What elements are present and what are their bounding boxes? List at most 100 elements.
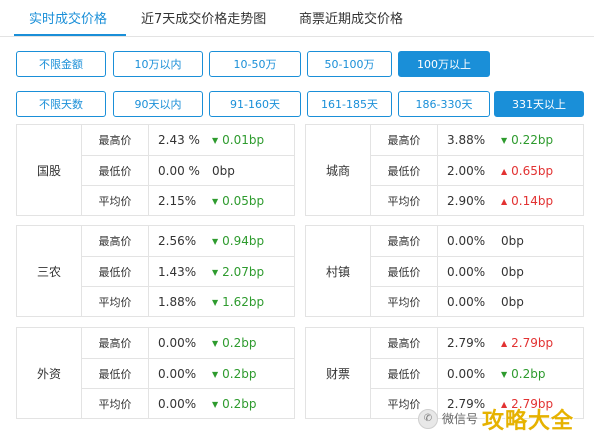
- row-value: 2.56%: [158, 234, 197, 248]
- panel-title: 村镇: [306, 226, 371, 316]
- days-filter-161-185[interactable]: 161-185天: [307, 91, 392, 117]
- panel-guogu: 国股 最高价 2.43 % ▼ 0.01bp 最低价 0.00 % 0bp 平均价…: [16, 124, 295, 216]
- trend-arrow-icon: ▼: [212, 369, 219, 379]
- row-value: 1.43%: [158, 265, 197, 279]
- row-label: 最低价: [82, 257, 149, 287]
- trend-arrow-icon: ▼: [501, 369, 508, 379]
- row-low: 最低价 2.00% ▲ 0.65bp: [371, 155, 583, 186]
- row-label: 最高价: [371, 125, 438, 155]
- row-label: 最高价: [82, 328, 149, 358]
- days-filter-91-160[interactable]: 91-160天: [209, 91, 301, 117]
- tab-7day-trend[interactable]: 近7天成交价格走势图: [141, 8, 266, 27]
- row-value: 3.88%: [447, 133, 486, 147]
- row-value: 0.00%: [447, 265, 486, 279]
- tab-realtime-price[interactable]: 实时成交价格: [29, 8, 107, 27]
- amount-filter-any[interactable]: 不限金额: [16, 51, 106, 77]
- trend-arrow-icon: ▼: [212, 196, 219, 206]
- row-label: 最高价: [371, 328, 438, 358]
- row-value: 2.15%: [158, 194, 197, 208]
- row-label: 最高价: [371, 226, 438, 256]
- trend-arrow-icon: ▼: [212, 399, 219, 409]
- watermark-text: 微信号: [442, 412, 479, 426]
- row-value: 0.00 %: [158, 164, 200, 178]
- wechat-icon: ✆: [418, 408, 438, 429]
- row-change: 0bp: [501, 295, 524, 309]
- row-value: 2.90%: [447, 194, 486, 208]
- panel-title: 城商: [306, 125, 371, 215]
- watermark-brand: 攻略大全: [482, 408, 575, 434]
- row-avg: 平均价 0.00% 0bp: [371, 286, 583, 317]
- row-value: 2.43 %: [158, 133, 200, 147]
- row-avg: 平均价 2.15% ▼ 0.05bp: [82, 185, 294, 216]
- row-label: 最高价: [82, 125, 149, 155]
- panel-title: 财票: [306, 328, 371, 418]
- row-low: 最低价 0.00% 0bp: [371, 256, 583, 287]
- trend-arrow-icon: ▼: [212, 297, 219, 307]
- row-change: ▼ 0.01bp: [212, 133, 265, 147]
- row-label: 平均价: [371, 186, 438, 216]
- row-low: 最低价 0.00 % 0bp: [82, 155, 294, 186]
- days-filter-over-331[interactable]: 331天以上: [494, 91, 584, 117]
- row-change: 0bp: [501, 265, 524, 279]
- panel-waizi: 外资 最高价 0.00% ▼ 0.2bp 最低价 0.00% ▼ 0.2bp 平均价…: [16, 327, 295, 419]
- amount-filter-10-50w[interactable]: 10-50万: [209, 51, 301, 77]
- days-filter-186-330[interactable]: 186-330天: [398, 91, 490, 117]
- row-value: 0.00%: [447, 234, 486, 248]
- row-value: 2.79%: [447, 336, 486, 350]
- amount-filter-under-10w[interactable]: 10万以内: [113, 51, 203, 77]
- row-change: ▼ 0.94bp: [212, 234, 265, 248]
- row-change: ▼ 0.2bp: [501, 367, 546, 381]
- row-change: ▲ 0.14bp: [501, 194, 554, 208]
- panel-chengshang: 城商 最高价 3.88% ▼ 0.22bp 最低价 2.00% ▲ 0.65bp 平…: [305, 124, 584, 216]
- trend-arrow-icon: ▲: [501, 338, 508, 348]
- trend-arrow-icon: ▼: [501, 135, 508, 145]
- tab-bar: 实时成交价格 近7天成交价格走势图 商票近期成交价格: [0, 0, 594, 37]
- row-change: ▼ 0.2bp: [212, 367, 257, 381]
- trend-arrow-icon: ▼: [212, 135, 219, 145]
- row-change: ▼ 0.22bp: [501, 133, 554, 147]
- panel-cunzhen: 村镇 最高价 0.00% 0bp 最低价 0.00% 0bp 平均价 0.00%…: [305, 225, 584, 317]
- row-avg: 平均价 1.88% ▼ 1.62bp: [82, 286, 294, 317]
- row-value: 1.88%: [158, 295, 197, 309]
- row-high: 最高价 2.56% ▼ 0.94bp: [82, 226, 294, 256]
- trend-arrow-icon: ▼: [212, 236, 219, 246]
- row-value: 0.00%: [447, 367, 486, 381]
- amount-filter-over-100w[interactable]: 100万以上: [398, 51, 490, 77]
- days-filter-any[interactable]: 不限天数: [16, 91, 106, 117]
- trend-arrow-icon: ▲: [501, 166, 508, 176]
- row-label: 最低价: [82, 156, 149, 186]
- row-change: ▼ 1.62bp: [212, 295, 265, 309]
- row-value: 0.00%: [158, 336, 197, 350]
- row-value: 0.00%: [158, 367, 197, 381]
- row-value: 0.00%: [447, 295, 486, 309]
- row-change: ▼ 0.05bp: [212, 194, 265, 208]
- row-label: 最低价: [371, 257, 438, 287]
- row-avg: 平均价 0.00% ▼ 0.2bp: [82, 388, 294, 419]
- row-label: 最低价: [371, 359, 438, 389]
- row-value: 2.00%: [447, 164, 486, 178]
- row-change: 0bp: [501, 234, 524, 248]
- row-change: ▼ 0.2bp: [212, 336, 257, 350]
- row-change: ▲ 0.65bp: [501, 164, 554, 178]
- tab-commercial-bill-price[interactable]: 商票近期成交价格: [299, 8, 403, 27]
- panel-title: 国股: [17, 125, 82, 215]
- row-change: ▼ 2.07bp: [212, 265, 265, 279]
- row-high: 最高价 3.88% ▼ 0.22bp: [371, 125, 583, 155]
- row-high: 最高价 0.00% 0bp: [371, 226, 583, 256]
- row-change: 0bp: [212, 164, 235, 178]
- row-high: 最高价 2.79% ▲ 2.79bp: [371, 328, 583, 358]
- trend-arrow-icon: ▼: [212, 338, 219, 348]
- panel-title: 外资: [17, 328, 82, 418]
- days-filter-under-90[interactable]: 90天以内: [113, 91, 203, 117]
- row-high: 最高价 2.43 % ▼ 0.01bp: [82, 125, 294, 155]
- row-label: 平均价: [82, 186, 149, 216]
- trend-arrow-icon: ▼: [212, 267, 219, 277]
- row-label: 平均价: [371, 287, 438, 317]
- amount-filter-50-100w[interactable]: 50-100万: [307, 51, 392, 77]
- row-label: 平均价: [82, 389, 149, 419]
- row-high: 最高价 0.00% ▼ 0.2bp: [82, 328, 294, 358]
- row-label: 最低价: [371, 156, 438, 186]
- row-low: 最低价 0.00% ▼ 0.2bp: [82, 358, 294, 389]
- row-avg: 平均价 2.90% ▲ 0.14bp: [371, 185, 583, 216]
- row-label: 最低价: [82, 359, 149, 389]
